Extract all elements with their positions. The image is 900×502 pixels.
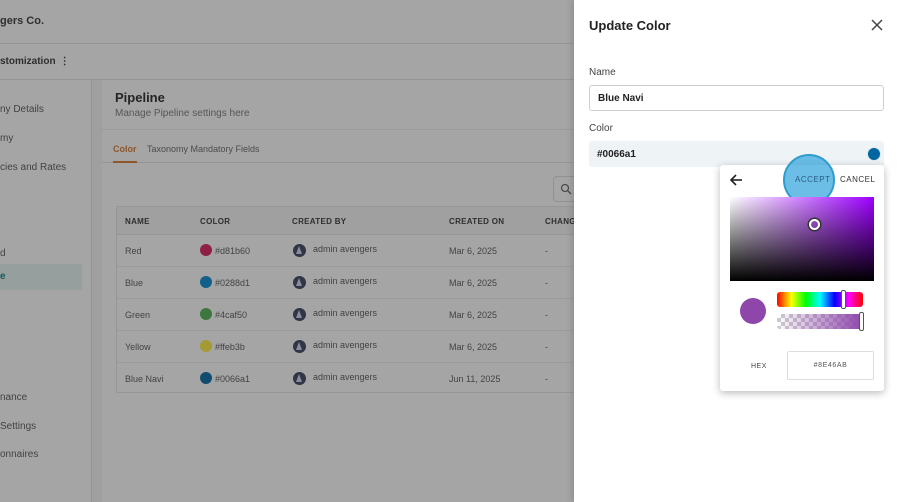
color-value: #0066a1 xyxy=(597,149,636,160)
color-picker-popup: ACCEPT CANCEL HEX xyxy=(720,154,884,391)
modal-backdrop[interactable] xyxy=(0,0,574,502)
hue-slider[interactable] xyxy=(777,290,863,309)
cancel-button[interactable]: CANCEL xyxy=(840,175,875,184)
hex-input[interactable] xyxy=(787,351,874,380)
hue-slider-thumb[interactable] xyxy=(841,290,846,309)
close-icon[interactable] xyxy=(870,18,884,32)
color-preview xyxy=(740,298,766,324)
back-arrow-icon[interactable] xyxy=(729,173,743,187)
color-label: Color xyxy=(589,123,613,134)
saturation-handle[interactable] xyxy=(809,219,820,230)
accept-button[interactable]: ACCEPT xyxy=(795,175,830,184)
saturation-value-area[interactable] xyxy=(730,197,874,281)
update-color-drawer: Update Color Name Color #0066a1 ACCEPT C… xyxy=(574,0,900,502)
color-field[interactable]: #0066a1 xyxy=(589,141,884,167)
alpha-slider-thumb[interactable] xyxy=(859,312,864,331)
current-color-dot[interactable] xyxy=(867,147,881,161)
name-input[interactable] xyxy=(589,85,884,111)
alpha-slider[interactable] xyxy=(777,312,864,331)
hex-mode-label[interactable]: HEX xyxy=(751,363,767,370)
drawer-title: Update Color xyxy=(589,18,671,33)
name-label: Name xyxy=(589,67,616,78)
